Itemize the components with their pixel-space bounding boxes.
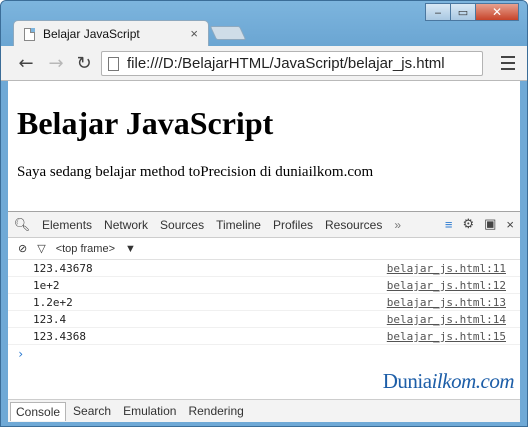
tab-title: Belajar JavaScript	[43, 27, 140, 41]
new-tab-button[interactable]	[209, 26, 247, 40]
console-source-link[interactable]: belajar_js.html:14	[387, 313, 506, 326]
page-heading: Belajar JavaScript	[17, 105, 274, 141]
console-value: 123.4	[33, 312, 67, 326]
file-icon	[108, 56, 119, 71]
console-row: 1.2e+2 belajar_js.html:13	[8, 294, 520, 311]
page-paragraph: Saya sedang belajar method toPrecision d…	[17, 164, 374, 180]
address-text: file:///D:/BelajarHTML/JavaScript/belaja…	[127, 55, 445, 72]
devtools-tabbar: 🔍︎ Elements Network Sources Timeline Pro…	[8, 212, 520, 238]
chevron-down-icon[interactable]: ▼	[125, 243, 136, 255]
browser-tab[interactable]: Belajar JavaScript ×	[13, 20, 209, 47]
close-window-button[interactable]: ✕	[475, 3, 519, 21]
console-row: 123.43678 belajar_js.html:11	[8, 260, 520, 277]
tab-strip: Belajar JavaScript × ‒ ▭ ✕	[1, 1, 527, 47]
site-watermark: Duniailkom.com	[382, 369, 515, 394]
console-drawer-icon[interactable]: ≡	[445, 217, 453, 232]
more-tabs-icon[interactable]: »	[388, 218, 407, 232]
window-controls: ‒ ▭ ✕	[425, 3, 519, 21]
clear-console-icon[interactable]: ⊘	[18, 242, 27, 255]
watermark-part-1: Dunia	[382, 369, 432, 393]
drawer-tab-console[interactable]: Console	[10, 401, 67, 421]
filter-icon[interactable]: ▽	[37, 242, 45, 255]
devtools-panel: 🔍︎ Elements Network Sources Timeline Pro…	[8, 211, 520, 422]
drawer-tab-rendering[interactable]: Rendering	[183, 402, 248, 420]
maximize-button[interactable]: ▭	[450, 3, 476, 21]
menu-icon[interactable]	[501, 56, 515, 70]
drawer-tab-emulation[interactable]: Emulation	[118, 402, 181, 420]
browser-window: Belajar JavaScript × ‒ ▭ ✕ ← → ↻ file://…	[0, 0, 528, 427]
prompt-chevron-icon: ›	[17, 347, 25, 361]
tab-profiles[interactable]: Profiles	[267, 218, 319, 232]
search-icon[interactable]: 🔍︎	[8, 217, 36, 233]
browser-toolbar: ← → ↻ file:///D:/BelajarHTML/JavaScript/…	[1, 46, 527, 81]
console-prompt[interactable]: ›	[8, 345, 520, 363]
console-source-link[interactable]: belajar_js.html:13	[387, 296, 506, 309]
console-row: 1e+2 belajar_js.html:12	[8, 277, 520, 294]
console-source-link[interactable]: belajar_js.html:11	[387, 262, 506, 275]
console-row: 123.4368 belajar_js.html:15	[8, 328, 520, 345]
reload-button[interactable]: ↻	[73, 52, 95, 74]
console-source-link[interactable]: belajar_js.html:12	[387, 279, 506, 292]
console-toolbar: ⊘ ▽ <top frame> ▼	[8, 238, 520, 260]
close-devtools-icon[interactable]: ×	[506, 217, 514, 232]
address-bar[interactable]: file:///D:/BelajarHTML/JavaScript/belaja…	[101, 51, 483, 76]
drawer-tabbar: Console Search Emulation Rendering	[8, 399, 520, 422]
console-row: 123.4 belajar_js.html:14	[8, 311, 520, 328]
tab-elements[interactable]: Elements	[36, 218, 98, 232]
console-value: 1.2e+2	[33, 295, 73, 309]
drawer-tab-search[interactable]: Search	[68, 402, 116, 420]
tab-close-icon[interactable]: ×	[190, 26, 198, 41]
tab-network[interactable]: Network	[98, 218, 154, 232]
page-icon	[24, 27, 35, 41]
tab-sources[interactable]: Sources	[154, 218, 210, 232]
forward-button[interactable]: →	[45, 52, 67, 74]
back-button[interactable]: ←	[15, 52, 37, 74]
frame-select[interactable]: <top frame>	[56, 243, 115, 255]
tab-timeline[interactable]: Timeline	[210, 218, 267, 232]
console-value: 1e+2	[33, 278, 60, 292]
console-value: 123.43678	[33, 261, 93, 275]
gear-icon[interactable]: ⚙	[462, 216, 474, 232]
dock-icon[interactable]: ▣	[484, 216, 496, 232]
console-source-link[interactable]: belajar_js.html:15	[387, 330, 506, 343]
tab-resources[interactable]: Resources	[319, 218, 388, 232]
page-content: Belajar JavaScript Saya sedang belajar m…	[8, 81, 520, 211]
minimize-button[interactable]: ‒	[425, 3, 451, 21]
watermark-part-2: ilkom.com	[431, 369, 515, 393]
devtools-actions: ≡ ⚙ ▣ ×	[435, 216, 514, 232]
console-output: 123.43678 belajar_js.html:11 1e+2 belaja…	[8, 260, 520, 363]
console-value: 123.4368	[33, 329, 86, 343]
